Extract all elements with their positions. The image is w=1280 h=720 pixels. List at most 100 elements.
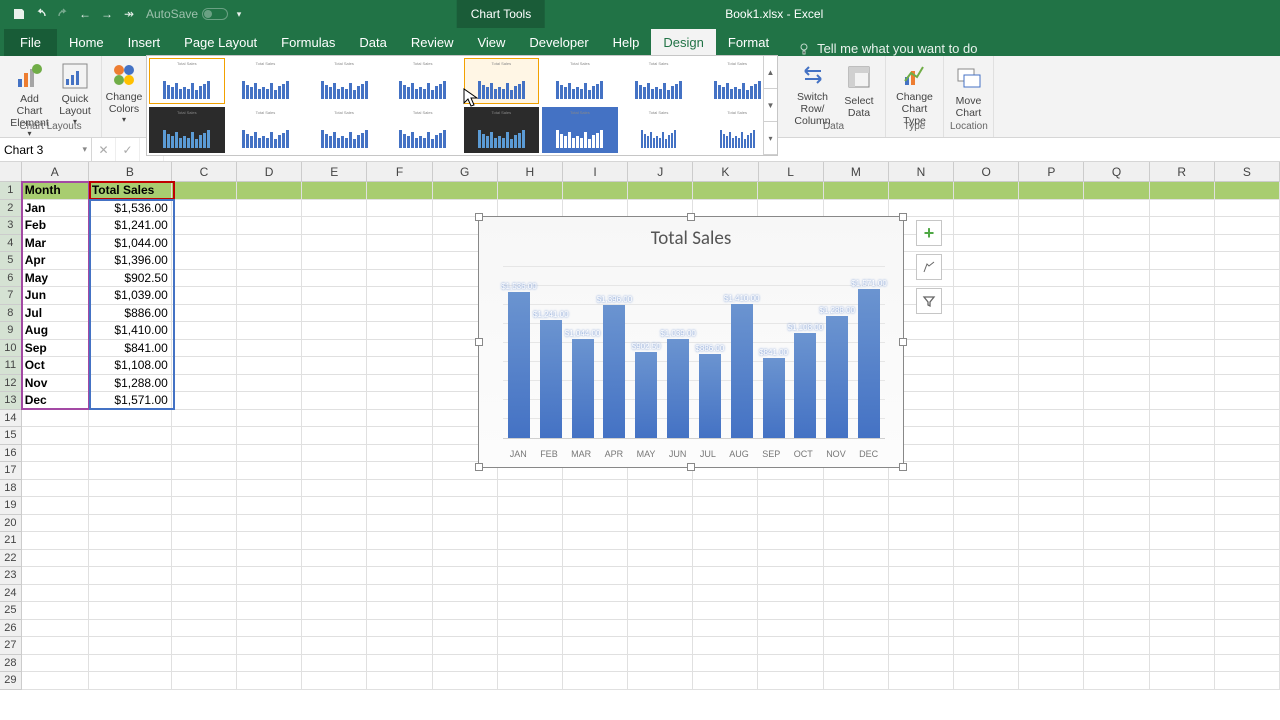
cell[interactable] <box>302 515 367 533</box>
cell[interactable] <box>1215 340 1280 358</box>
cell[interactable] <box>172 322 237 340</box>
cell[interactable] <box>237 655 302 673</box>
cell[interactable] <box>89 637 172 655</box>
cell[interactable]: $1,536.00 <box>89 200 172 218</box>
cell[interactable]: Apr <box>22 252 89 270</box>
cell[interactable] <box>954 655 1019 673</box>
cell[interactable] <box>237 637 302 655</box>
cell[interactable] <box>22 515 89 533</box>
cell[interactable] <box>1150 637 1215 655</box>
cell[interactable] <box>302 462 367 480</box>
cell[interactable] <box>1019 532 1084 550</box>
cell[interactable] <box>628 532 693 550</box>
cell[interactable] <box>628 620 693 638</box>
cell[interactable] <box>693 620 758 638</box>
cell[interactable] <box>433 637 498 655</box>
cell[interactable] <box>1150 200 1215 218</box>
cell[interactable] <box>367 410 432 428</box>
cell[interactable] <box>367 217 432 235</box>
cell[interactable] <box>954 550 1019 568</box>
cell[interactable] <box>172 427 237 445</box>
cell[interactable] <box>237 620 302 638</box>
cell[interactable] <box>1215 182 1280 200</box>
cell[interactable] <box>302 532 367 550</box>
cell[interactable] <box>237 445 302 463</box>
cell[interactable] <box>889 585 954 603</box>
column-header-P[interactable]: P <box>1019 162 1084 182</box>
cell[interactable] <box>1019 637 1084 655</box>
cell[interactable] <box>628 567 693 585</box>
cell[interactable] <box>89 427 172 445</box>
tab-review[interactable]: Review <box>399 29 466 56</box>
cell[interactable] <box>954 567 1019 585</box>
cell[interactable] <box>237 252 302 270</box>
cell[interactable] <box>367 637 432 655</box>
cell[interactable]: $1,571.00 <box>89 392 172 410</box>
cell[interactable] <box>367 427 432 445</box>
cell[interactable] <box>367 672 432 690</box>
cell[interactable] <box>954 585 1019 603</box>
chart-elements-button[interactable]: + <box>916 220 942 246</box>
cell[interactable] <box>1019 672 1084 690</box>
cell[interactable] <box>498 620 563 638</box>
cell[interactable] <box>824 602 889 620</box>
cell[interactable] <box>1150 392 1215 410</box>
cell[interactable] <box>367 252 432 270</box>
cell[interactable] <box>89 620 172 638</box>
cell[interactable] <box>1019 585 1084 603</box>
cell[interactable] <box>758 567 823 585</box>
chart-bar[interactable]: $1,396.00 <box>603 305 625 438</box>
chart-filters-button[interactable] <box>916 288 942 314</box>
cell[interactable] <box>498 655 563 673</box>
name-box[interactable]: Chart 3▾ <box>0 138 92 161</box>
cell[interactable] <box>1215 620 1280 638</box>
cell[interactable] <box>954 287 1019 305</box>
cell[interactable] <box>628 637 693 655</box>
cell[interactable] <box>1150 375 1215 393</box>
cell[interactable] <box>237 497 302 515</box>
chart-bar[interactable]: $1,044.00 <box>572 339 594 438</box>
cell[interactable] <box>628 480 693 498</box>
cell[interactable] <box>302 392 367 410</box>
row-header[interactable]: 2 <box>0 200 22 218</box>
cell[interactable] <box>1215 375 1280 393</box>
cell[interactable] <box>498 515 563 533</box>
cell[interactable] <box>1215 497 1280 515</box>
cell[interactable] <box>172 357 237 375</box>
cell[interactable] <box>172 497 237 515</box>
autosave-toggle[interactable]: AutoSave <box>146 7 228 21</box>
qat-dropdown-icon[interactable]: ▾ <box>228 3 250 25</box>
cell[interactable] <box>89 672 172 690</box>
fn-cancel-icon[interactable]: ✕ <box>92 138 116 161</box>
cell[interactable] <box>1150 357 1215 375</box>
cell[interactable] <box>498 480 563 498</box>
cell[interactable] <box>433 567 498 585</box>
column-header-O[interactable]: O <box>954 162 1019 182</box>
cell[interactable] <box>889 515 954 533</box>
cell[interactable] <box>693 497 758 515</box>
cell[interactable]: Jan <box>22 200 89 218</box>
cell[interactable] <box>1150 620 1215 638</box>
cell[interactable] <box>1215 550 1280 568</box>
row-header[interactable]: 13 <box>0 392 22 410</box>
cell[interactable] <box>954 532 1019 550</box>
cell[interactable] <box>498 532 563 550</box>
cell[interactable] <box>693 655 758 673</box>
select-data-button[interactable]: Select Data <box>839 59 879 121</box>
cell[interactable] <box>1215 357 1280 375</box>
cell[interactable]: $886.00 <box>89 305 172 323</box>
cell[interactable] <box>302 410 367 428</box>
cell[interactable] <box>1150 287 1215 305</box>
cell[interactable] <box>367 550 432 568</box>
cell[interactable] <box>954 672 1019 690</box>
cell[interactable] <box>954 357 1019 375</box>
cell[interactable]: $1,241.00 <box>89 217 172 235</box>
cell[interactable] <box>1084 200 1149 218</box>
cell[interactable] <box>302 550 367 568</box>
cell[interactable] <box>237 357 302 375</box>
cell[interactable] <box>758 672 823 690</box>
tab-home[interactable]: Home <box>57 29 116 56</box>
cell[interactable] <box>1150 182 1215 200</box>
cell[interactable]: $1,108.00 <box>89 357 172 375</box>
cell[interactable] <box>1019 462 1084 480</box>
